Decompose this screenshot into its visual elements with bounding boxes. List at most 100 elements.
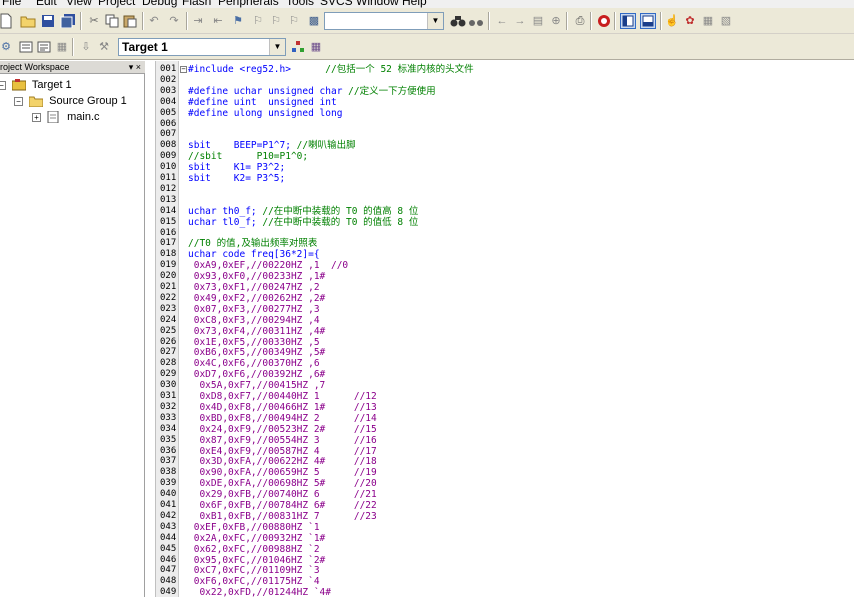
redo-icon[interactable]: ↷ xyxy=(166,13,182,29)
line-text: 0x90,0xFA,//00659HZ 5 //19 xyxy=(188,467,377,479)
workspace-close-icon[interactable]: ▾ × xyxy=(129,61,141,73)
line-number: 034 xyxy=(160,423,177,434)
configure-icon[interactable]: ▦ xyxy=(700,13,716,29)
line-number: 026 xyxy=(160,336,177,347)
paste-icon[interactable] xyxy=(122,13,138,29)
manage-components-icon[interactable] xyxy=(290,39,306,55)
chevron-down-icon[interactable]: ▼ xyxy=(427,13,443,29)
bookmark-prev-icon[interactable]: ⚐ xyxy=(250,13,266,29)
save-icon[interactable] xyxy=(40,13,56,29)
file-extensions-icon[interactable]: ▦ xyxy=(308,39,324,55)
translate-icon[interactable]: ⚙ xyxy=(0,39,14,55)
tree-item-label: main.c xyxy=(67,111,100,123)
line-text: uchar th0_f; //在中断中装载的 T0 的值高 8 位 xyxy=(188,205,419,217)
open-folder-icon[interactable] xyxy=(20,13,36,29)
line-text: 0xD8,0xF7,//00440HZ 1 //12 xyxy=(188,391,377,402)
line-number: 001 xyxy=(160,64,177,74)
line-number: 018 xyxy=(160,249,177,260)
copy-icon[interactable] xyxy=(104,13,120,29)
target-icon xyxy=(11,79,27,91)
download-icon[interactable]: ⇩ xyxy=(78,39,94,55)
window-toggle-icon[interactable] xyxy=(620,13,636,29)
line-text: sbit BEEP=P1^7; //喇叭输出脚 xyxy=(188,140,356,152)
line-text: 0x4C,0xF6,//00370HZ ,6 xyxy=(188,358,320,370)
line-text: //T0 的值,及输出频率对照表 xyxy=(188,238,318,250)
expand-icon[interactable]: + xyxy=(32,112,41,122)
bookmark-next-icon[interactable]: ⚐ xyxy=(268,13,284,29)
nav-forward-icon[interactable]: → xyxy=(512,13,528,29)
line-number: 043 xyxy=(160,521,177,532)
toolbar-separator xyxy=(660,12,662,30)
menu-view[interactable]: View xyxy=(66,0,92,8)
incremental-find-icon[interactable] xyxy=(468,13,484,29)
new-file-icon[interactable] xyxy=(0,13,14,29)
tree-item-main-c[interactable]: + main.c xyxy=(32,109,100,125)
menu-peripherals[interactable]: Peripherals xyxy=(218,0,279,8)
line-text: 0x93,0xF0,//00233HZ ,1# xyxy=(188,271,326,283)
bookmark-clear-icon[interactable]: ⚐ xyxy=(286,13,302,29)
find-in-files-icon[interactable]: ▩ xyxy=(306,13,322,29)
browse-icon[interactable]: ▤ xyxy=(530,13,546,29)
menu-file[interactable]: File xyxy=(2,0,21,8)
line-number: 035 xyxy=(160,434,177,445)
cut-icon[interactable]: ✂ xyxy=(86,13,102,29)
debug-start-icon[interactable] xyxy=(596,13,612,29)
undo-icon[interactable]: ↶ xyxy=(146,13,162,29)
line-text: #define uchar unsigned char //定义一下方便使用 xyxy=(188,85,436,97)
line-number: 024 xyxy=(160,314,177,325)
menu-tools[interactable]: Tools xyxy=(286,0,314,8)
line-number: 004 xyxy=(160,96,177,107)
line-number: 044 xyxy=(160,532,177,543)
menu-svcs[interactable]: SVCS xyxy=(320,0,353,8)
print-icon[interactable]: ⎙ xyxy=(572,13,588,29)
line-number: 014 xyxy=(160,205,177,216)
line-text: #define ulong unsigned long xyxy=(188,107,343,119)
source-browser-icon[interactable]: ⊕ xyxy=(548,13,564,29)
chevron-down-icon[interactable]: ▼ xyxy=(269,39,285,55)
find-combo[interactable]: ▼ xyxy=(324,12,444,30)
unindent-icon[interactable]: ⇤ xyxy=(210,13,226,29)
menu-window[interactable]: Window xyxy=(356,0,399,8)
nav-back-icon[interactable]: ← xyxy=(494,13,510,29)
tree-item-source-group[interactable]: − Source Group 1 xyxy=(14,93,127,109)
bookmark-toggle-icon[interactable]: ⚑ xyxy=(230,13,246,29)
line-text: uchar code freq[36*2]={ xyxy=(188,249,320,261)
collapse-icon[interactable]: − xyxy=(0,80,6,90)
tree-item-target[interactable]: − Target 1 xyxy=(0,77,72,93)
build-icon[interactable] xyxy=(18,39,34,55)
line-text: 0x4D,0xF8,//00466HZ 1# //13 xyxy=(188,401,377,413)
fold-icon[interactable]: − xyxy=(180,66,187,73)
line-text: sbit K2= P3^5; xyxy=(188,173,286,184)
line-text: 0xC7,0xFC,//01109HZ `3 xyxy=(188,565,320,577)
settings-icon[interactable]: ✿ xyxy=(682,13,698,29)
line-text: 0x62,0xFC,//00988HZ `2 xyxy=(188,543,320,555)
line-text: 0xB1,0xFB,//00831HZ 7 //23 xyxy=(188,510,377,522)
menu-flash[interactable]: Flash xyxy=(182,0,211,8)
menu-debug[interactable]: Debug xyxy=(142,0,177,8)
line-number: 022 xyxy=(160,292,177,303)
hand-icon[interactable]: ☝ xyxy=(664,13,680,29)
save-all-icon[interactable] xyxy=(60,13,76,29)
line-number: 011 xyxy=(160,173,177,183)
menu-edit[interactable]: Edit xyxy=(36,0,57,8)
find-icon[interactable] xyxy=(450,13,466,29)
rebuild-icon[interactable] xyxy=(36,39,52,55)
line-number: 045 xyxy=(160,543,177,554)
menu-project[interactable]: Project xyxy=(98,0,135,8)
line-text: 0xEF,0xFB,//00880HZ `1 xyxy=(188,521,320,533)
target-options-icon[interactable]: ⚒ xyxy=(96,39,112,55)
code-editor[interactable]: 001− #include <reg52.h> //包括一个 52 标准内核的头文… xyxy=(155,61,854,597)
indent-icon[interactable]: ⇥ xyxy=(190,13,206,29)
line-text: 0x73,0xF4,//00311HZ ,4# xyxy=(188,325,326,337)
line-number: 033 xyxy=(160,412,177,423)
line-number: 020 xyxy=(160,271,177,282)
build-output-toggle-icon[interactable] xyxy=(640,13,656,29)
toolbar-separator xyxy=(566,12,568,30)
stop-build-icon[interactable]: ▦ xyxy=(54,39,70,55)
tools-icon[interactable]: ▧ xyxy=(718,13,734,29)
toolbar-separator xyxy=(488,12,490,30)
collapse-icon[interactable]: − xyxy=(14,96,23,106)
target-select[interactable]: Target 1 ▼ xyxy=(118,38,286,56)
line-text: 0xF6,0xFC,//01175HZ `4 xyxy=(188,576,320,588)
menu-help[interactable]: Help xyxy=(402,0,427,8)
